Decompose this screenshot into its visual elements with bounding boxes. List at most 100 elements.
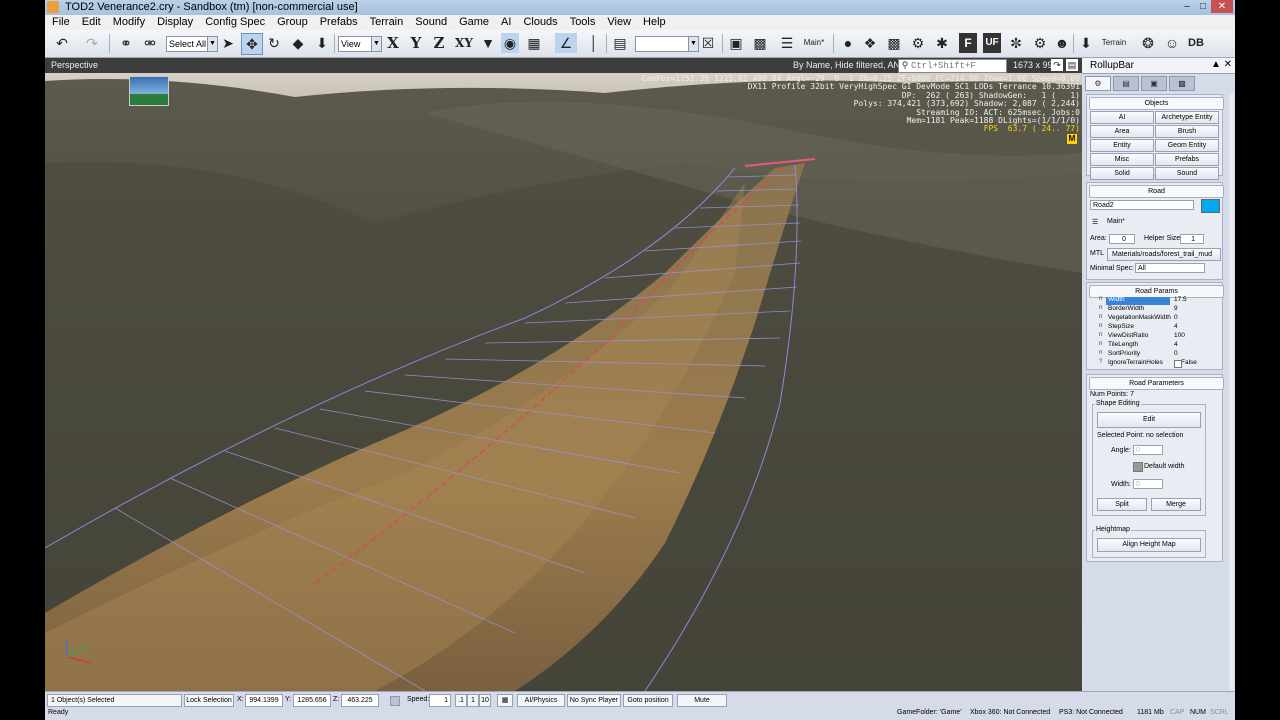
- tab-terrain-icon[interactable]: ▤: [1113, 76, 1139, 91]
- link-icon[interactable]: ⚭: [117, 33, 135, 53]
- area-button[interactable]: Area: [1090, 125, 1154, 138]
- minimize-icon[interactable]: –: [1179, 0, 1195, 13]
- menu-edit[interactable]: Edit: [75, 15, 106, 30]
- archetype-entity-button[interactable]: Archetype Entity: [1155, 111, 1219, 124]
- perspective-viewport[interactable]: CamPos=1152.36 1215.02 480.84 Angl=-29 0…: [45, 73, 1082, 691]
- move-icon[interactable]: ✥: [241, 33, 263, 55]
- road-name-input[interactable]: Road2: [1090, 200, 1194, 210]
- split-button[interactable]: Split: [1097, 498, 1147, 511]
- coordinate-system-dropdown[interactable]: View ▼: [338, 36, 382, 52]
- ruler-icon[interactable]: │: [587, 33, 601, 53]
- speed-input[interactable]: 1: [429, 694, 451, 707]
- select-arrow-icon[interactable]: ➤: [219, 33, 237, 53]
- minimal-spec-select[interactable]: All: [1135, 263, 1205, 273]
- delete-selection-icon[interactable]: ☒: [699, 33, 717, 53]
- menu-sound[interactable]: Sound: [408, 15, 452, 30]
- axis-x-button[interactable]: X: [385, 33, 401, 53]
- param-value[interactable]: 4: [1174, 341, 1178, 348]
- speed-one-button[interactable]: 1: [467, 694, 479, 707]
- named-selection-dropdown[interactable]: ▼: [635, 36, 699, 52]
- sound-button[interactable]: Sound: [1155, 167, 1219, 180]
- viewport-name[interactable]: Perspective: [51, 60, 98, 70]
- lock-icon[interactable]: [390, 696, 400, 706]
- road-color-swatch[interactable]: [1201, 199, 1220, 213]
- flowgraph-button[interactable]: F: [959, 33, 977, 53]
- menu-view[interactable]: View: [600, 15, 636, 30]
- param-value[interactable]: 100: [1174, 332, 1185, 339]
- speed-ten-button[interactable]: 10: [479, 694, 491, 707]
- param-value[interactable]: False: [1181, 359, 1197, 366]
- area-input[interactable]: 0: [1109, 234, 1135, 244]
- axis-z-button[interactable]: Z: [431, 33, 447, 53]
- param-value[interactable]: 0: [1174, 350, 1178, 357]
- lock-selection-button[interactable]: Lock Selection: [184, 694, 234, 707]
- menu-tools[interactable]: Tools: [563, 15, 601, 30]
- camera-preview-thumbnail[interactable]: [129, 76, 169, 106]
- z-coordinate-input[interactable]: 463.225: [341, 694, 379, 707]
- terrain-follow-icon[interactable]: ▼: [479, 33, 497, 53]
- ai-button[interactable]: AI: [1090, 111, 1154, 124]
- menu-file[interactable]: File: [45, 15, 75, 30]
- database-button[interactable]: DB: [1185, 33, 1207, 53]
- rotate-icon[interactable]: ↻: [265, 33, 283, 53]
- menu-display[interactable]: Display: [150, 15, 198, 30]
- game-mode-icon[interactable]: ❂: [1139, 33, 1157, 53]
- maximize-icon[interactable]: □: [1195, 0, 1211, 13]
- particles-icon[interactable]: ✼: [1007, 33, 1025, 53]
- angle-input[interactable]: 0: [1133, 445, 1163, 455]
- menu-modify[interactable]: Modify: [106, 15, 150, 30]
- misc-button[interactable]: Misc: [1090, 153, 1154, 166]
- axis-y-button[interactable]: Y: [408, 33, 424, 53]
- menu-prefabs[interactable]: Prefabs: [313, 15, 363, 30]
- tab-modeling-icon[interactable]: ▣: [1141, 76, 1167, 91]
- road-parameters-header[interactable]: Road Parameters: [1089, 377, 1224, 390]
- object-list-icon[interactable]: ▤: [611, 33, 629, 53]
- menu-terrain[interactable]: Terrain: [363, 15, 409, 30]
- menu-help[interactable]: Help: [636, 15, 671, 30]
- align-height-map-button[interactable]: Align Height Map: [1097, 538, 1201, 552]
- terrain-icon[interactable]: ⬇: [1077, 33, 1095, 53]
- maximize-viewport-icon[interactable]: ↷: [1051, 59, 1063, 71]
- terrain-button[interactable]: Terrain: [1097, 33, 1131, 53]
- helper-size-input[interactable]: 1: [1180, 234, 1204, 244]
- ai-physics-button[interactable]: AI/Physics: [517, 694, 565, 707]
- tab-objects-icon[interactable]: ⚙: [1085, 76, 1111, 91]
- filter-mode[interactable]: By Name, Hide filtered, AND: [793, 60, 907, 70]
- prefabs-button[interactable]: Prefabs: [1155, 153, 1219, 166]
- merge-button[interactable]: Merge: [1151, 498, 1201, 511]
- material-button[interactable]: Materials/roads/forest_trail_mud: [1107, 248, 1221, 261]
- ignore-holes-checkbox[interactable]: [1174, 360, 1182, 368]
- param-value[interactable]: 0: [1174, 314, 1178, 321]
- snap-to-terrain-icon[interactable]: ◉: [501, 33, 519, 53]
- speed-point-one-button[interactable]: .1: [455, 694, 467, 707]
- default-width-checkbox[interactable]: [1133, 462, 1143, 472]
- character-editor-icon[interactable]: ☻: [1053, 33, 1071, 53]
- viewport-options-icon[interactable]: ▤: [1066, 59, 1078, 71]
- road-layer[interactable]: Main*: [1107, 218, 1125, 225]
- angle-snap-icon[interactable]: ∠: [555, 33, 577, 53]
- width-input[interactable]: 0: [1133, 479, 1163, 489]
- menu-clouds[interactable]: Clouds: [516, 15, 562, 30]
- close-icon[interactable]: ✕: [1211, 0, 1233, 13]
- goto-position-button[interactable]: Goto position: [623, 694, 673, 707]
- menu-ai[interactable]: AI: [494, 15, 516, 30]
- layers-icon[interactable]: ☰: [777, 33, 797, 53]
- snap-to-object-icon[interactable]: ⬇: [313, 33, 331, 53]
- road-header[interactable]: Road: [1089, 185, 1224, 198]
- edit-button[interactable]: Edit: [1097, 412, 1201, 428]
- scale-icon[interactable]: ◆: [289, 33, 307, 53]
- param-value[interactable]: 4: [1174, 323, 1178, 330]
- pin-icon[interactable]: ●: [839, 33, 857, 53]
- param-value[interactable]: 17.5: [1174, 296, 1187, 303]
- ui-flowgraph-button[interactable]: UF: [983, 33, 1001, 53]
- x-coordinate-input[interactable]: 994.1399: [245, 694, 283, 707]
- select-all-dropdown[interactable]: Select All ▼: [166, 36, 218, 52]
- redo-icon[interactable]: ↷: [83, 33, 101, 53]
- rollup-scrollbar[interactable]: [1229, 93, 1234, 691]
- axis-xy-button[interactable]: XY: [453, 33, 475, 53]
- solid-button[interactable]: Solid: [1090, 167, 1154, 180]
- menu-config-spec[interactable]: Config Spec: [198, 15, 270, 30]
- param-value[interactable]: 9: [1174, 305, 1178, 312]
- undo-icon[interactable]: ↶: [53, 33, 71, 53]
- physics-icon[interactable]: ⚙: [909, 33, 927, 53]
